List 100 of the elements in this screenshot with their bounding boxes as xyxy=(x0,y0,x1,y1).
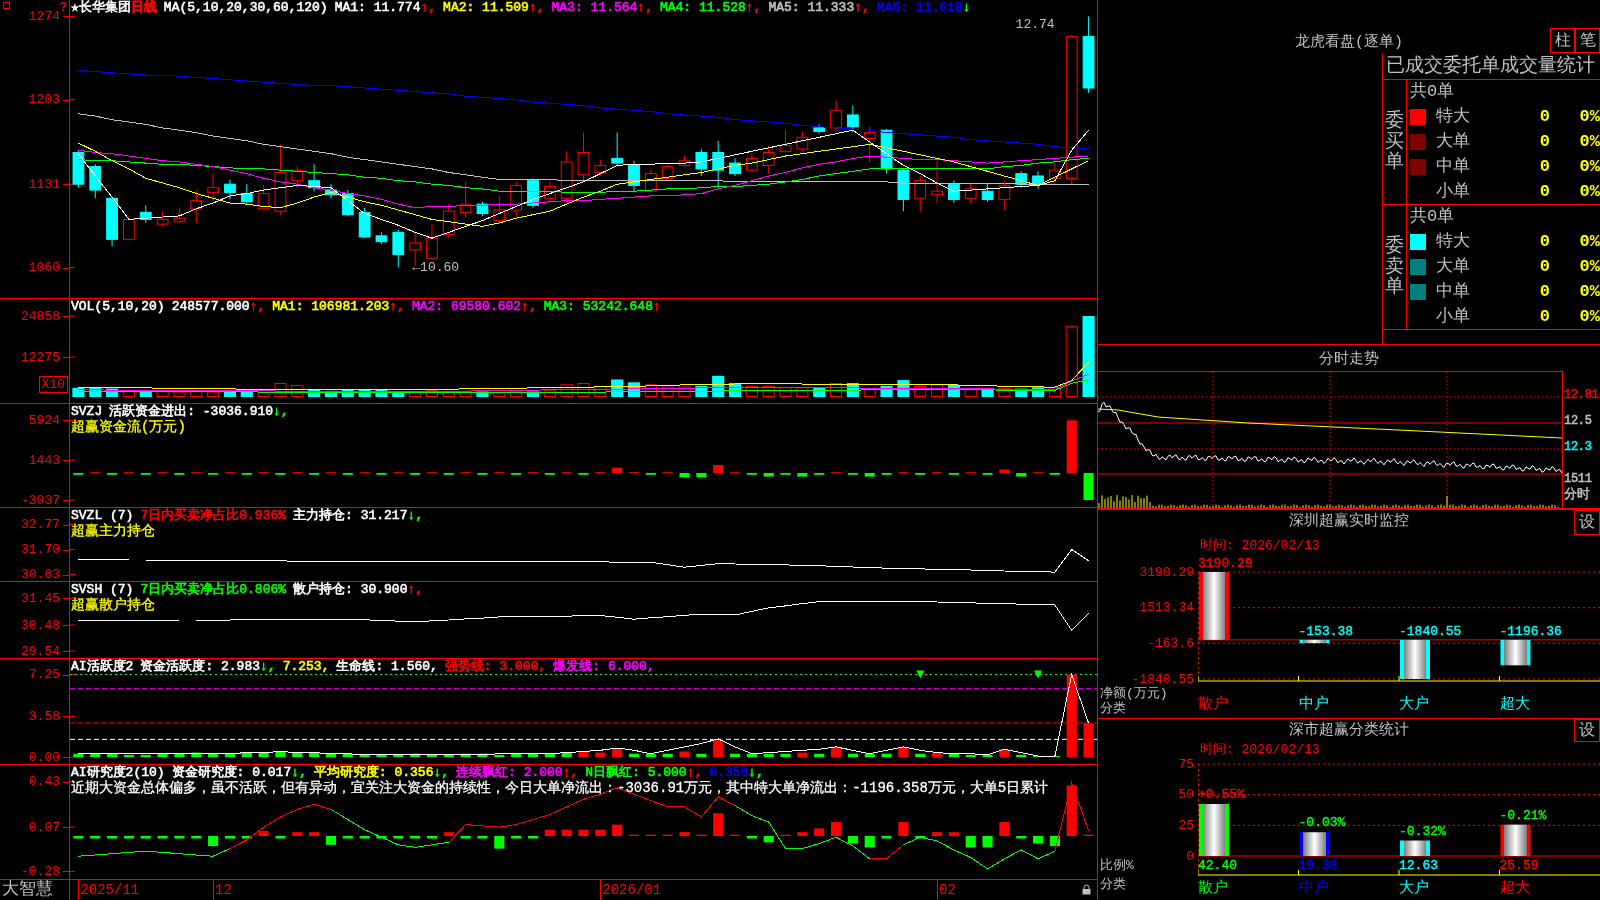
legend-text: VOL(5,10,20) xyxy=(71,299,165,314)
legend-text: 日线 xyxy=(130,0,157,15)
legend-text: 主力持仓: 31.217 xyxy=(293,508,408,523)
order-size-label: 大单 xyxy=(1436,257,1471,277)
legend-text: ↑, xyxy=(420,0,437,15)
order-percent: 0% xyxy=(1578,132,1600,152)
legend-text: AI活跃度2 xyxy=(71,659,134,674)
legend-text: ↑, xyxy=(854,0,870,15)
order-count: 0 xyxy=(1538,156,1550,177)
axis-label: 32.77 xyxy=(21,519,60,531)
legend-text: 资金研究度: 0.017 xyxy=(171,765,292,780)
scale-multiplier: X10 xyxy=(38,376,68,393)
value-label: 19.38 xyxy=(1298,859,1338,873)
axis-label: 0.43 xyxy=(28,776,60,788)
legend-text: ↑ xyxy=(652,299,661,314)
order-count: 0 xyxy=(1538,232,1550,253)
value-label: -153.38 xyxy=(1298,624,1354,639)
axis-label: 30.48 xyxy=(21,619,60,631)
panel-title: 深圳超赢实时监控 xyxy=(1289,511,1409,532)
axis-label: 12.5 xyxy=(1564,413,1592,430)
order-count: 0 xyxy=(1538,107,1550,128)
legend-text: ↑, xyxy=(249,299,266,314)
axis-label: 31.45 xyxy=(21,592,60,604)
axis-label: -163.6 xyxy=(1147,637,1194,649)
axis-label: -0.28 xyxy=(21,865,60,877)
low-price-label: ←10.60 xyxy=(412,259,460,275)
order-percent: 0% xyxy=(1578,107,1600,128)
legend-text: MA2: 11.509 xyxy=(443,0,529,15)
order-size-label: 特大 xyxy=(1436,232,1471,253)
axis-title: 分类 xyxy=(1100,878,1126,892)
legend-text: ↑, xyxy=(528,0,545,15)
panel-title: 深市超赢分类统计 xyxy=(1289,720,1409,741)
legend-text: ↓ xyxy=(962,0,971,15)
panel-title: 分时走势 xyxy=(1319,349,1379,368)
value-label: -1196.36 xyxy=(1499,624,1562,639)
order-total: 共0单 xyxy=(1410,82,1456,103)
order-size-label: 中单 xyxy=(1436,281,1471,302)
order-count: 0 xyxy=(1538,181,1550,202)
order-count: 0 xyxy=(1538,306,1550,327)
axis-label: 1274 xyxy=(28,10,60,22)
legend-text: ↓, xyxy=(291,765,307,780)
legend-text: SVSH (7) xyxy=(71,582,134,597)
timestamp: 时间: 2026/02/13 xyxy=(1200,537,1320,555)
legend-text: 7.253, xyxy=(282,659,330,674)
legend-text: N日飘红: 5.000 xyxy=(585,765,687,780)
date-label: 12 xyxy=(213,880,232,900)
legend-text: ↓, xyxy=(407,508,424,523)
axis-label: 1131 xyxy=(28,178,60,190)
axis-label: 12275 xyxy=(21,351,60,363)
legend-text: 散户持仓: 30.900 xyxy=(293,582,408,597)
legend-text: MA3: 11.564 xyxy=(551,0,638,15)
order-size-label: 小单 xyxy=(1436,181,1471,202)
order-count: 0 xyxy=(1538,257,1550,277)
legend-text: ↓, xyxy=(748,765,764,780)
order-percent: 0% xyxy=(1578,306,1600,327)
legend-text: MA1: 106981.203 xyxy=(272,299,390,314)
axis-label: 29.54 xyxy=(21,645,60,657)
value-label: 3190.29 xyxy=(1198,557,1253,571)
date-label: 02 xyxy=(937,880,956,900)
legend-text: 活跃资金进出: -3036.910 xyxy=(109,404,274,419)
axis-label: 3.58 xyxy=(28,710,60,722)
axis-label: 分时 xyxy=(1564,487,1590,503)
brand-name: 大智慧 xyxy=(2,880,53,900)
legend-text: MA5: 11.333 xyxy=(768,0,855,15)
order-total: 共0单 xyxy=(1410,207,1456,228)
axis-title: 分类 xyxy=(1100,702,1126,716)
category-label: 大户 xyxy=(1399,696,1429,713)
category-label: 散户 xyxy=(1198,696,1228,713)
indicator-caption: 超赢主力持仓 xyxy=(71,523,155,539)
axis-label: 1513.34 xyxy=(1139,602,1194,614)
category-label: 中户 xyxy=(1298,880,1329,897)
legend-text: ★长华集团 xyxy=(71,0,131,15)
legend-text: 资金活跃度: 2.983 xyxy=(140,659,260,674)
axis-title: 净额(万元) xyxy=(1100,687,1168,701)
timestamp: 时间: 2026/02/13 xyxy=(1200,742,1320,758)
change-label: -0.21% xyxy=(1499,808,1547,823)
axis-label: 31.70 xyxy=(21,544,60,555)
category-label: 超大 xyxy=(1499,696,1530,713)
legend-text: 248577.000 xyxy=(171,299,250,314)
axis-title: 比例% xyxy=(1100,859,1134,873)
axis-label: 75 xyxy=(1178,758,1194,770)
legend-text: ↑, xyxy=(637,0,653,15)
order-percent: 0% xyxy=(1578,156,1600,177)
high-price-label: 12.74 xyxy=(1015,17,1055,33)
value-label: 25.59 xyxy=(1499,859,1539,873)
axis-label: 12.3 xyxy=(1564,439,1592,456)
order-count: 0 xyxy=(1538,281,1550,302)
legend-text: SVZJ xyxy=(71,404,103,419)
axis-label: 0 xyxy=(1186,850,1194,862)
category-label: 超大 xyxy=(1499,880,1530,897)
legend-text: 7日内买卖净占比0.936% xyxy=(140,508,287,523)
legend-text: 0.356 xyxy=(709,765,749,780)
legend-text: ↑, xyxy=(562,765,579,780)
order-percent: 0% xyxy=(1578,257,1600,277)
legend-text: 7日内买卖净占比0.806% xyxy=(140,582,287,597)
legend-text: 生命线: 1.560, xyxy=(336,659,438,674)
indicator-caption: 超赢资金流(万元) xyxy=(71,419,186,435)
axis-label: 1203 xyxy=(28,94,60,106)
axis-label: 1060 xyxy=(28,262,60,273)
legend-text: SVZL (7) xyxy=(71,508,134,523)
